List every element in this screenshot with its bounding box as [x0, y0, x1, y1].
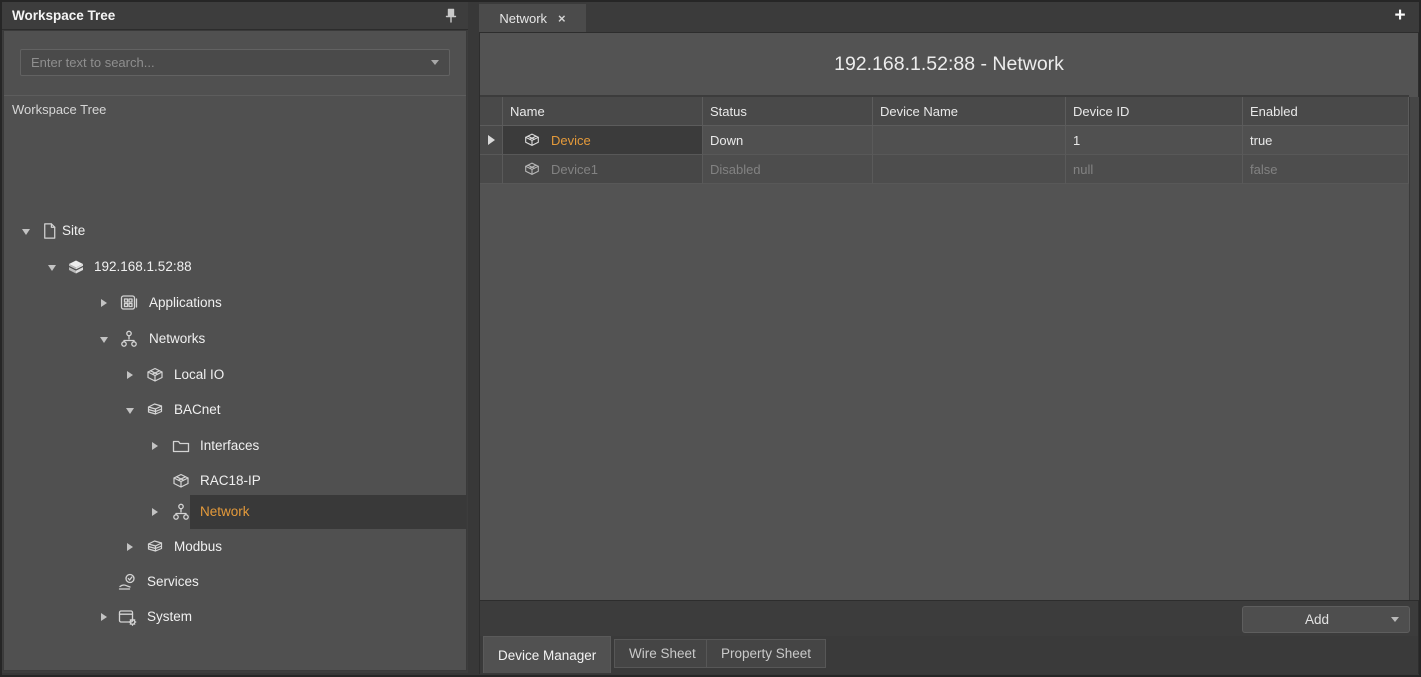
table-row-device1[interactable]: Device1 Disabled null false	[480, 155, 1409, 184]
cell-name[interactable]: Device	[503, 126, 703, 155]
cell-device-name[interactable]	[873, 126, 1066, 155]
tree-item-label: BACnet	[174, 402, 221, 417]
search-input[interactable]: Enter text to search...	[20, 49, 450, 76]
new-tab-button[interactable]: +	[1389, 4, 1411, 28]
tree-item-network[interactable]: Network	[4, 495, 466, 529]
tree-item-modbus[interactable]: Modbus	[4, 530, 466, 564]
device-icon	[522, 160, 542, 178]
protocol-icon	[145, 400, 165, 420]
tree-item-label: 192.168.1.52:88	[94, 259, 192, 274]
tree-item-site[interactable]: Site	[4, 214, 466, 248]
expand-arrow-icon[interactable]	[100, 337, 108, 343]
cell-enabled[interactable]: true	[1243, 126, 1409, 155]
expand-arrow-icon[interactable]	[48, 265, 56, 271]
expand-arrow-icon[interactable]	[152, 508, 158, 516]
cell-name-text: Device	[551, 133, 591, 148]
tree-item-services[interactable]: Services	[4, 565, 466, 599]
workspace-tree-titlebar: Workspace Tree	[2, 2, 468, 30]
panel-title: Workspace Tree	[12, 8, 115, 23]
document-tab-bar: Network × +	[479, 2, 1419, 32]
column-header-selector	[480, 97, 503, 125]
row-selector-arrow-icon	[488, 135, 495, 145]
tab-label: Network	[499, 11, 547, 26]
folder-icon	[171, 436, 191, 456]
applications-icon	[119, 293, 139, 313]
tree-item-system[interactable]: System	[4, 600, 466, 634]
workspace-tree-body: Enter text to search... Workspace Tree S…	[3, 30, 467, 671]
tree-item-bacnet[interactable]: BACnet	[4, 393, 466, 427]
table-row-device[interactable]: Device Down 1 true	[480, 126, 1409, 155]
tree-item-label: Local IO	[174, 367, 224, 382]
view-tab-bar: Device Manager Wire Sheet Property Sheet	[480, 636, 1418, 674]
cell-device-id[interactable]: null	[1066, 155, 1243, 184]
search-dropdown-icon[interactable]	[431, 60, 439, 65]
tab-wire-sheet[interactable]: Wire Sheet	[614, 639, 711, 668]
tree-item-applications[interactable]: Applications	[4, 286, 466, 320]
expand-arrow-icon[interactable]	[127, 371, 133, 379]
controller-icon	[66, 257, 86, 277]
row-selector-cell	[480, 155, 503, 184]
expand-arrow-icon[interactable]	[127, 543, 133, 551]
cell-name-text: Device1	[551, 162, 598, 177]
tree-item-label: Network	[200, 504, 250, 519]
tree-item-label: Interfaces	[200, 438, 259, 453]
workspace-tree-panel: Workspace Tree Enter text to search... W…	[2, 2, 468, 673]
tree-item-networks[interactable]: Networks	[4, 322, 466, 356]
expand-arrow-icon[interactable]	[22, 229, 30, 235]
services-icon	[117, 572, 137, 592]
system-icon	[117, 607, 137, 627]
row-selector-cell	[480, 126, 503, 155]
pin-icon[interactable]	[444, 8, 458, 24]
cell-name[interactable]: Device1	[503, 155, 703, 184]
tree-item-label: Site	[62, 223, 85, 238]
add-dropdown-icon[interactable]	[1391, 617, 1399, 622]
column-header-device-id[interactable]: Device ID	[1066, 97, 1243, 125]
tab-device-manager[interactable]: Device Manager	[483, 636, 611, 673]
cell-status[interactable]: Disabled	[703, 155, 873, 184]
workspace-tree: Site 192.168.1.52:88 Applications	[4, 122, 466, 670]
expand-arrow-icon[interactable]	[101, 613, 107, 621]
tree-item-label: Modbus	[174, 539, 222, 554]
device-table-header: Name Status Device Name Device ID Enable…	[480, 95, 1409, 126]
add-button[interactable]: Add	[1242, 606, 1410, 633]
expand-arrow-icon[interactable]	[126, 408, 134, 414]
device-icon	[145, 365, 165, 385]
column-header-enabled[interactable]: Enabled	[1243, 97, 1409, 125]
close-tab-icon[interactable]: ×	[558, 12, 566, 25]
tree-item-rac18-ip[interactable]: RAC18-IP	[4, 464, 466, 498]
tree-item-interfaces[interactable]: Interfaces	[4, 429, 466, 463]
column-header-name[interactable]: Name	[503, 97, 703, 125]
cell-enabled[interactable]: false	[1243, 155, 1409, 184]
table-scroll-gutter[interactable]	[1409, 97, 1419, 600]
search-placeholder: Enter text to search...	[31, 55, 431, 70]
cell-device-name[interactable]	[873, 155, 1066, 184]
cell-status[interactable]: Down	[703, 126, 873, 155]
expand-arrow-icon[interactable]	[101, 299, 107, 307]
network-page: 192.168.1.52:88 - Network Name Status De…	[479, 32, 1419, 674]
network-icon	[119, 329, 139, 349]
tree-item-label: System	[147, 609, 192, 624]
tree-item-label: RAC18-IP	[200, 473, 261, 488]
device-icon	[171, 471, 191, 491]
column-header-device-name[interactable]: Device Name	[873, 97, 1066, 125]
page-title: 192.168.1.52:88 - Network	[480, 33, 1418, 95]
tree-item-label: Applications	[149, 295, 222, 310]
add-button-label: Add	[1243, 612, 1391, 627]
tree-item-label: Services	[147, 574, 199, 589]
document-icon	[40, 221, 60, 241]
cell-device-id[interactable]: 1	[1066, 126, 1243, 155]
tab-property-sheet[interactable]: Property Sheet	[706, 639, 826, 668]
tab-network[interactable]: Network ×	[479, 4, 586, 32]
table-action-bar: Add	[480, 600, 1418, 636]
protocol-icon	[145, 537, 165, 557]
app-window: Workspace Tree Enter text to search... W…	[0, 0, 1421, 677]
expand-arrow-icon[interactable]	[152, 442, 158, 450]
tree-item-controller[interactable]: 192.168.1.52:88	[4, 250, 466, 284]
column-header-status[interactable]: Status	[703, 97, 873, 125]
network-icon	[171, 502, 191, 522]
tree-item-label: Networks	[149, 331, 205, 346]
device-icon	[522, 131, 542, 149]
tree-section-label: Workspace Tree	[4, 95, 466, 122]
tree-item-local-io[interactable]: Local IO	[4, 358, 466, 392]
